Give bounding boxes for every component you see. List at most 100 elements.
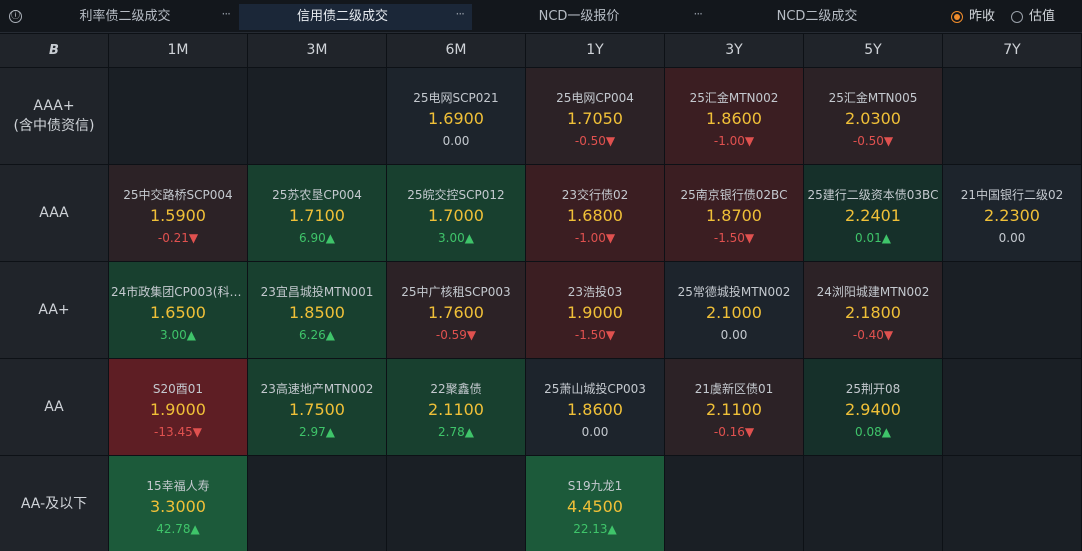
column-header-5y[interactable]: 5Y: [804, 34, 942, 67]
bond-yield: 1.7050: [567, 109, 623, 128]
bond-name: 24浏阳城建MTN002: [816, 285, 930, 299]
empty-cell: [943, 456, 1081, 551]
more-icon[interactable]: ···: [694, 1, 704, 27]
tab-credit-secondary[interactable]: 信用债二级成交 ···: [239, 4, 472, 30]
bond-name: 25建行二级资本债03BC: [807, 188, 939, 202]
rating-label: AA-及以下: [0, 456, 108, 551]
bond-cell[interactable]: 25中交路桥SCP004 1.5900 -0.21▼: [109, 165, 247, 261]
bond-change: 0.00: [442, 134, 470, 148]
bond-cell[interactable]: 23交行债02 1.6800 -1.00▼: [526, 165, 664, 261]
bond-cell[interactable]: 25皖交控SCP012 1.7000 3.00▲: [387, 165, 525, 261]
bond-cell[interactable]: 24浏阳城建MTN002 2.1800 -0.40▼: [804, 262, 942, 358]
bond-change: 6.90▲: [299, 231, 335, 245]
tab-ncd-primary[interactable]: NCD一级报价 ···: [474, 4, 710, 30]
tab-label: 利率债二级成交: [79, 9, 171, 24]
bond-yield: 2.1000: [706, 303, 762, 322]
bond-change: -1.00▼: [713, 134, 755, 148]
empty-cell: [665, 456, 803, 551]
bond-name: S19九龙1: [567, 479, 623, 493]
empty-cell: [804, 456, 942, 551]
bond-name: 25中交路桥SCP004: [123, 188, 233, 202]
bond-yield: 1.6900: [428, 109, 484, 128]
bond-cell[interactable]: S20酉01 1.9000 -13.45▼: [109, 359, 247, 455]
bond-cell[interactable]: 25汇金MTN002 1.8600 -1.00▼: [665, 68, 803, 164]
bond-change: -0.59▼: [435, 328, 477, 342]
bond-cell[interactable]: 23浩投03 1.9000 -1.50▼: [526, 262, 664, 358]
bond-change: 3.00▲: [438, 231, 474, 245]
bond-cell[interactable]: 21虞新区债01 2.1100 -0.16▼: [665, 359, 803, 455]
bond-cell[interactable]: 25汇金MTN005 2.0300 -0.50▼: [804, 68, 942, 164]
bond-change: -1.50▼: [574, 328, 616, 342]
bond-cell[interactable]: 25荆开08 2.9400 0.08▲: [804, 359, 942, 455]
bond-change: -0.50▼: [852, 134, 894, 148]
more-icon[interactable]: ···: [456, 1, 466, 27]
bond-yield: 1.8600: [706, 109, 762, 128]
bond-cell[interactable]: 15幸福人寿 3.3000 42.78▲: [109, 456, 247, 551]
radio-label: 昨收: [969, 9, 996, 24]
bond-cell[interactable]: S19九龙1 4.4500 22.13▲: [526, 456, 664, 551]
bond-cell[interactable]: 25苏农垦CP004 1.7100 6.90▲: [248, 165, 386, 261]
bond-change: -0.50▼: [574, 134, 616, 148]
bond-name: 25荆开08: [845, 382, 901, 396]
column-header-3m[interactable]: 3M: [248, 34, 386, 67]
bond-name: 25汇金MTN002: [689, 91, 779, 105]
bond-cell[interactable]: 25电网CP004 1.7050 -0.50▼: [526, 68, 664, 164]
column-header-6m[interactable]: 6M: [387, 34, 525, 67]
bond-cell[interactable]: 25中广核租SCP003 1.7600 -0.59▼: [387, 262, 525, 358]
column-header-7y[interactable]: 7Y: [943, 34, 1081, 67]
bond-yield: 2.0300: [845, 109, 901, 128]
bond-yield: 1.7000: [428, 206, 484, 225]
more-icon[interactable]: ···: [222, 1, 232, 27]
bond-name: 21虞新区债01: [694, 382, 774, 396]
bond-cell[interactable]: 25建行二级资本债03BC 2.2401 0.01▲: [804, 165, 942, 261]
bond-yield: 2.1800: [845, 303, 901, 322]
bond-cell[interactable]: 22聚鑫债 2.1100 2.78▲: [387, 359, 525, 455]
radio-valuation[interactable]: 估值: [1011, 8, 1067, 26]
column-header-1m[interactable]: 1M: [109, 34, 247, 67]
bond-change: 0.00: [581, 425, 609, 439]
bond-cell[interactable]: 25常德城投MTN002 2.1000 0.00: [665, 262, 803, 358]
bond-change: 3.00▲: [160, 328, 196, 342]
bond-name: 25中广核租SCP003: [401, 285, 511, 299]
bond-yield: 1.8600: [567, 400, 623, 419]
bond-cell[interactable]: 21中国银行二级02 2.2300 0.00: [943, 165, 1081, 261]
bond-name: 25萧山城投CP003: [544, 382, 646, 396]
rating-label: AA: [0, 359, 108, 455]
bond-name: 25常德城投MTN002: [677, 285, 791, 299]
bond-cell[interactable]: 25电网SCP021 1.6900 0.00: [387, 68, 525, 164]
bond-cell[interactable]: 25萧山城投CP003 1.8600 0.00: [526, 359, 664, 455]
bond-cell[interactable]: 23宜昌城投MTN001 1.8500 6.26▲: [248, 262, 386, 358]
bond-yield: 1.8500: [289, 303, 345, 322]
bond-cell[interactable]: 25南京银行债02BC 1.8700 -1.50▼: [665, 165, 803, 261]
bond-change: -1.00▼: [574, 231, 616, 245]
bond-change: -1.50▼: [713, 231, 755, 245]
radio-prev-close[interactable]: 昨收: [951, 8, 1007, 26]
bond-yield: 1.9000: [567, 303, 623, 322]
column-header-1y[interactable]: 1Y: [526, 34, 664, 67]
bond-yield: 1.7600: [428, 303, 484, 322]
bond-change: 2.97▲: [299, 425, 335, 439]
empty-cell: [109, 68, 247, 164]
tab-bar: ⓘ 利率债二级成交 ··· 信用债二级成交 ··· NCD一级报价 ··· NC…: [0, 0, 1082, 33]
tab-rates-secondary[interactable]: 利率债二级成交 ···: [38, 4, 238, 30]
radio-label: 估值: [1029, 9, 1056, 24]
info-icon[interactable]: ⓘ: [9, 10, 22, 23]
bond-change: 22.13▲: [573, 522, 617, 536]
bond-change: -0.16▼: [713, 425, 755, 439]
rating-label: AAA: [0, 165, 108, 261]
bond-cell[interactable]: 24市政集团CP003(科创... 1.6500 3.00▲: [109, 262, 247, 358]
bond-yield: 2.2300: [984, 206, 1040, 225]
tab-ncd-secondary[interactable]: NCD二级成交: [712, 4, 948, 30]
bond-yield: 1.6800: [567, 206, 623, 225]
bond-change: 42.78▲: [156, 522, 200, 536]
column-header-3y[interactable]: 3Y: [665, 34, 803, 67]
bond-yield: 1.7100: [289, 206, 345, 225]
bond-change: 2.78▲: [438, 425, 474, 439]
corner-cell: B: [0, 34, 108, 67]
bond-change: 0.08▲: [855, 425, 891, 439]
empty-cell: [943, 359, 1081, 455]
radio-selected-icon: [951, 11, 963, 23]
bond-name: 21中国银行二级02: [960, 188, 1064, 202]
bond-cell[interactable]: 23高速地产MTN002 1.7500 2.97▲: [248, 359, 386, 455]
bond-yield: 2.1100: [428, 400, 484, 419]
